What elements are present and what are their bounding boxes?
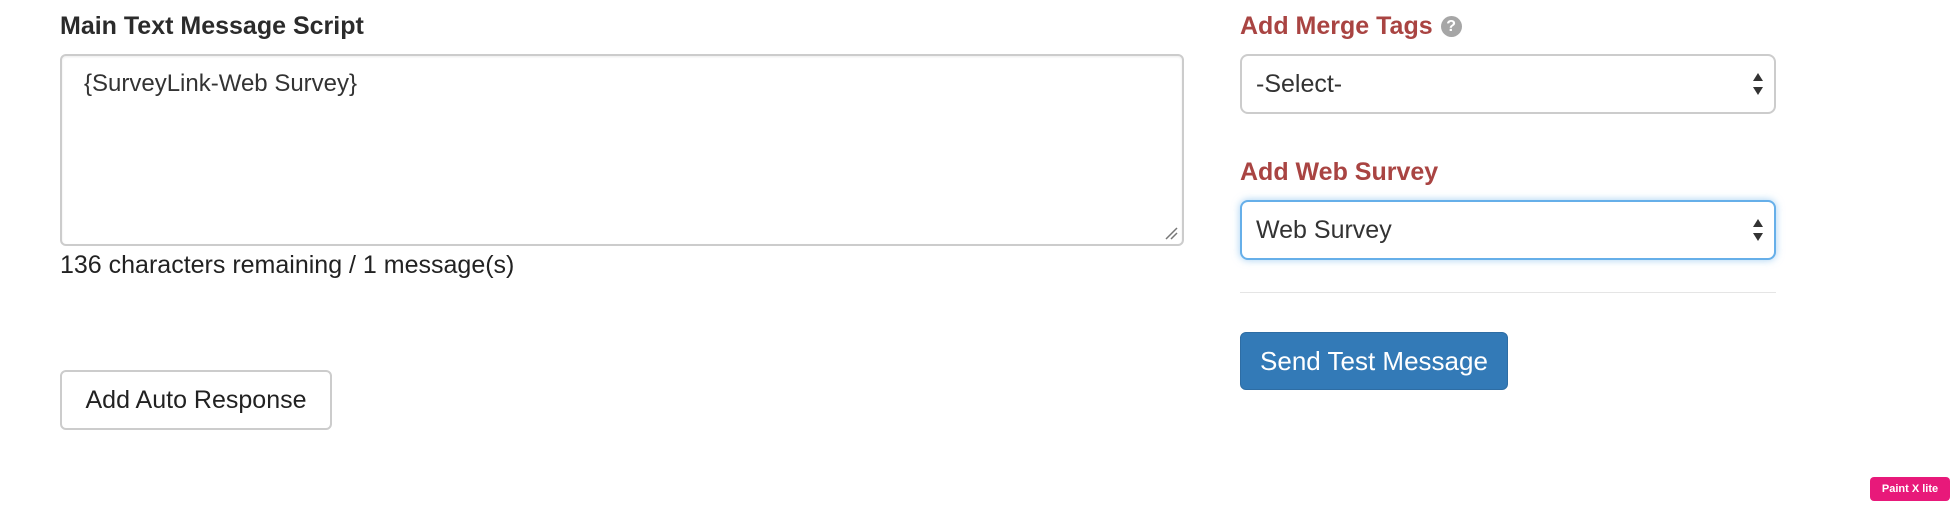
select-arrows-icon — [1753, 73, 1763, 95]
merge-tags-heading: Add Merge Tags ? — [1240, 12, 1462, 41]
main-script-label: Main Text Message Script — [60, 12, 364, 40]
help-icon[interactable]: ? — [1440, 16, 1462, 37]
main-script-textarea[interactable]: {SurveyLink-Web Survey} — [60, 54, 1184, 246]
send-test-message-button[interactable]: Send Test Message — [1240, 332, 1508, 390]
add-auto-response-label: Add Auto Response — [85, 385, 307, 414]
add-auto-response-button[interactable]: Add Auto Response — [60, 370, 332, 430]
page: Main Text Message Script {SurveyLink-Web… — [0, 0, 1960, 510]
web-survey-selected: Web Survey — [1256, 215, 1392, 244]
select-arrows-icon — [1753, 219, 1763, 241]
main-script-text: {SurveyLink-Web Survey} — [84, 70, 358, 97]
web-survey-select[interactable]: Web Survey — [1240, 200, 1776, 260]
web-survey-label: Add Web Survey — [1240, 158, 1439, 186]
character-counter: 136 characters remaining / 1 message(s) — [60, 251, 515, 279]
send-test-message-label: Send Test Message — [1260, 345, 1488, 376]
merge-tags-select[interactable]: -Select- — [1240, 54, 1776, 114]
watermark-badge: Paint X lite — [1870, 477, 1950, 501]
merge-tags-selected: -Select- — [1256, 69, 1343, 98]
divider — [1240, 292, 1776, 293]
merge-tags-label: Add Merge Tags — [1240, 12, 1433, 40]
resize-handle-icon[interactable] — [1164, 226, 1178, 240]
